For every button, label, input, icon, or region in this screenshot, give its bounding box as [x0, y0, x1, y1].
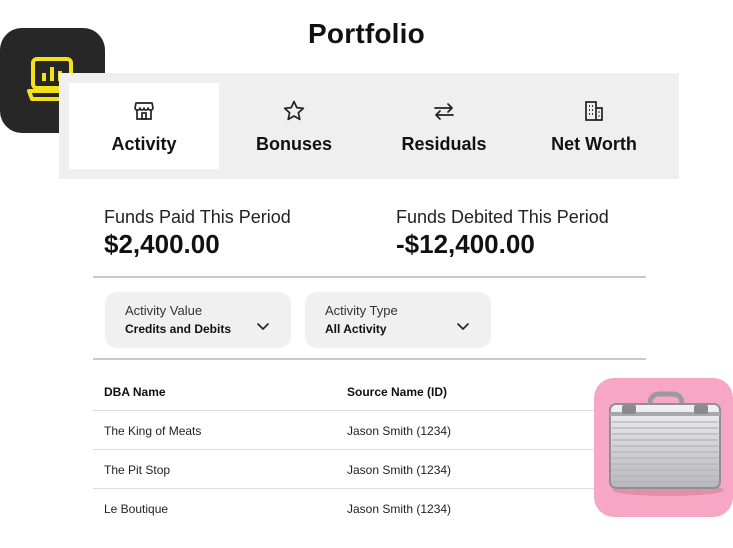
- divider: [93, 276, 646, 278]
- table-cell-source-name: Jason Smith (1234): [347, 463, 452, 477]
- tab-bonuses-label: Bonuses: [255, 134, 333, 154]
- table-cell-source-name: Jason Smith (1234): [347, 424, 452, 438]
- activity-value-select[interactable]: Activity Value Credits and Debits: [105, 292, 291, 348]
- tab-activity-label: Activity: [111, 134, 177, 154]
- funds-paid-value: $2,400.00: [104, 229, 220, 259]
- tab-residuals[interactable]: Residuals: [369, 83, 519, 169]
- star-icon: [283, 100, 305, 121]
- funds-debited-label: Funds Debited This Period: [396, 207, 609, 227]
- tab-net-worth[interactable]: Net Worth: [519, 83, 669, 169]
- tab-residuals-label: Residuals: [401, 134, 487, 154]
- page-title: Portfolio: [308, 18, 425, 49]
- activity-value-selected: Credits and Debits: [125, 322, 232, 336]
- tab-bonuses[interactable]: Bonuses: [219, 83, 369, 169]
- column-header-dba-name[interactable]: DBA Name: [104, 385, 166, 399]
- activity-value-label: Activity Value: [125, 303, 203, 318]
- arrows-left-right-icon: [434, 103, 454, 120]
- table-cell-dba-name[interactable]: Le Boutique: [104, 502, 168, 516]
- tab-net-worth-label: Net Worth: [551, 134, 637, 154]
- column-header-source-name[interactable]: Source Name (ID): [347, 385, 447, 399]
- briefcase-image-card: [594, 378, 733, 517]
- funds-paid-label: Funds Paid This Period: [104, 207, 291, 227]
- row-divider: [93, 449, 646, 450]
- funds-debited-metric: Funds Debited This Period -$12,400.00: [396, 207, 609, 260]
- funds-debited-value: -$12,400.00: [396, 229, 535, 259]
- chevron-down-icon: [457, 323, 469, 330]
- chevron-down-icon: [257, 323, 269, 330]
- briefcase-image: [609, 391, 724, 496]
- activity-type-select[interactable]: Activity Type All Activity: [305, 292, 491, 348]
- divider: [93, 358, 646, 360]
- table-cell-dba-name[interactable]: The King of Meats: [104, 424, 201, 438]
- storefront-icon: [134, 102, 154, 120]
- tab-activity[interactable]: Activity: [69, 83, 219, 169]
- activity-type-label: Activity Type: [325, 303, 398, 318]
- row-divider: [93, 488, 646, 489]
- table-cell-dba-name[interactable]: The Pit Stop: [104, 463, 170, 477]
- funds-paid-metric: Funds Paid This Period $2,400.00: [104, 207, 291, 260]
- buildings-icon: [585, 101, 603, 121]
- activity-type-selected: All Activity: [325, 322, 387, 336]
- tab-bar: Activity Bonuses Residuals Net Worth: [59, 73, 679, 179]
- table-cell-source-name: Jason Smith (1234): [347, 502, 452, 516]
- row-divider: [93, 410, 646, 411]
